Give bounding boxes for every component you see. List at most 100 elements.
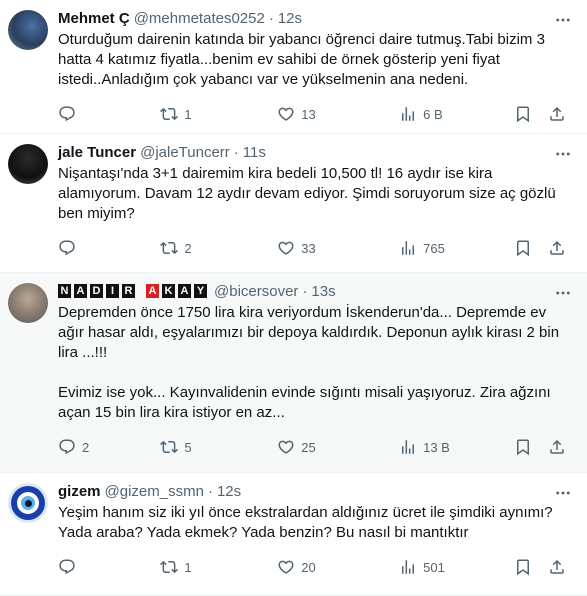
like-button[interactable]: 20 bbox=[277, 558, 399, 576]
share-button[interactable] bbox=[548, 105, 571, 123]
repost-button[interactable]: 1 bbox=[160, 558, 277, 576]
tweet-header: jale Tuncer @jaleTuncerr · 11s bbox=[58, 142, 571, 162]
analytics-icon bbox=[402, 440, 415, 454]
timestamp[interactable]: 12s bbox=[278, 10, 302, 27]
author-handle[interactable]: @mehmetates0252 bbox=[134, 10, 265, 27]
analytics-icon bbox=[402, 560, 415, 574]
share-icon bbox=[549, 559, 564, 574]
bookmark-icon bbox=[517, 240, 530, 257]
repost-button[interactable]: 2 bbox=[160, 239, 277, 257]
author-name[interactable]: jale Tuncer bbox=[58, 144, 136, 161]
tweet-actions: 1 13 6 B bbox=[58, 94, 571, 134]
reply-button[interactable] bbox=[58, 239, 160, 257]
repost-count: 2 bbox=[184, 240, 192, 256]
heart-icon bbox=[278, 241, 294, 255]
author-handle[interactable]: @jaleTuncerr bbox=[140, 144, 230, 161]
tweet[interactable]: N A D I R A K A Y @bicersover · 13s Depr… bbox=[0, 273, 587, 473]
author-name-logo[interactable]: N A D I R A K A Y bbox=[58, 284, 210, 298]
tweet[interactable]: Mehmet Ç @mehmetates0252 · 12s Oturduğum… bbox=[0, 0, 587, 134]
bookmark-icon bbox=[517, 439, 530, 456]
name-letter: Y bbox=[194, 284, 207, 298]
more-options-button[interactable] bbox=[553, 483, 573, 503]
repost-icon bbox=[160, 107, 179, 121]
repost-icon bbox=[160, 440, 179, 454]
name-letter: D bbox=[90, 284, 103, 298]
tweet-actions: 2 5 25 13 B bbox=[58, 427, 571, 467]
bookmark-icon bbox=[517, 559, 530, 576]
more-options-button[interactable] bbox=[553, 10, 573, 30]
views-button[interactable]: 501 bbox=[399, 558, 506, 576]
timestamp[interactable]: 12s bbox=[217, 483, 241, 500]
reply-button[interactable]: 2 bbox=[58, 438, 160, 456]
tweet[interactable]: jale Tuncer @jaleTuncerr · 11s Nişantaşı… bbox=[0, 134, 587, 273]
more-icon bbox=[556, 291, 570, 295]
more-options-button[interactable] bbox=[553, 144, 573, 164]
reply-button[interactable] bbox=[58, 105, 160, 123]
view-count: 6 B bbox=[423, 106, 443, 122]
like-count: 25 bbox=[301, 439, 316, 455]
bookmark-button[interactable] bbox=[514, 438, 541, 456]
reply-icon bbox=[59, 106, 75, 122]
tweet-header: N A D I R A K A Y @bicersover · 13s bbox=[58, 281, 571, 301]
author-handle[interactable]: @gizem_ssmn bbox=[105, 483, 204, 500]
bookmark-icon bbox=[517, 106, 530, 123]
author-handle[interactable]: @bicersover bbox=[214, 283, 298, 300]
repost-count: 1 bbox=[184, 106, 192, 122]
views-button[interactable]: 6 B bbox=[399, 105, 506, 123]
tweet-header: gizem @gizem_ssmn · 12s bbox=[58, 481, 571, 501]
share-button[interactable] bbox=[548, 558, 571, 576]
tweet-content: jale Tuncer @jaleTuncerr · 11s Nişantaşı… bbox=[58, 142, 571, 272]
views-button[interactable]: 765 bbox=[399, 239, 506, 257]
repost-icon bbox=[160, 560, 179, 574]
like-button[interactable]: 25 bbox=[277, 438, 399, 456]
avatar[interactable] bbox=[8, 144, 48, 184]
share-button[interactable] bbox=[548, 239, 571, 257]
like-count: 13 bbox=[301, 106, 316, 122]
bookmark-button[interactable] bbox=[514, 105, 541, 123]
author-name[interactable]: gizem bbox=[58, 483, 101, 500]
repost-count: 5 bbox=[184, 439, 192, 455]
avatar[interactable] bbox=[8, 283, 48, 323]
views-button[interactable]: 13 B bbox=[399, 438, 506, 456]
timestamp[interactable]: 13s bbox=[311, 283, 335, 300]
share-icon bbox=[549, 240, 564, 255]
name-letter: N bbox=[58, 284, 71, 298]
view-count: 765 bbox=[423, 240, 445, 256]
separator-dot: · bbox=[207, 482, 213, 500]
heart-icon bbox=[278, 440, 294, 454]
share-button[interactable] bbox=[548, 438, 571, 456]
more-icon bbox=[556, 18, 570, 22]
evil-eye-icon bbox=[11, 486, 45, 520]
repost-icon bbox=[160, 241, 179, 255]
more-options-button[interactable] bbox=[553, 283, 573, 303]
tweet-text: Oturduğum dairenin katında bir yabancı ö… bbox=[58, 31, 550, 88]
analytics-icon bbox=[402, 107, 415, 121]
name-letter: I bbox=[106, 284, 119, 298]
author-name[interactable]: Mehmet Ç bbox=[58, 10, 130, 27]
reply-icon bbox=[59, 240, 75, 256]
name-letter: A bbox=[146, 284, 159, 298]
view-count: 13 B bbox=[423, 439, 450, 455]
bookmark-button[interactable] bbox=[514, 558, 541, 576]
name-letter: R bbox=[122, 284, 135, 298]
tweet-actions: 2 33 765 bbox=[58, 228, 571, 268]
avatar[interactable] bbox=[8, 10, 48, 50]
bookmark-button[interactable] bbox=[514, 239, 541, 257]
heart-icon bbox=[278, 560, 294, 574]
like-button[interactable]: 13 bbox=[277, 105, 399, 123]
tweet[interactable]: gizem @gizem_ssmn · 12s Yeşim hanım siz … bbox=[0, 473, 587, 596]
tweet-actions: 1 20 501 bbox=[58, 547, 571, 587]
separator-dot: · bbox=[302, 282, 308, 300]
reply-icon bbox=[59, 439, 75, 455]
repost-button[interactable]: 5 bbox=[160, 438, 277, 456]
avatar[interactable] bbox=[8, 483, 48, 523]
reply-button[interactable] bbox=[58, 558, 160, 576]
timeline-feed: Mehmet Ç @mehmetates0252 · 12s Oturduğum… bbox=[0, 0, 587, 596]
like-button[interactable]: 33 bbox=[277, 239, 399, 257]
share-icon bbox=[549, 439, 564, 454]
tweet-text: Nişantaşı'nda 3+1 dairemim kira bedeli 1… bbox=[58, 165, 560, 222]
repost-button[interactable]: 1 bbox=[160, 105, 277, 123]
timestamp[interactable]: 11s bbox=[243, 144, 266, 161]
name-letter: K bbox=[162, 284, 175, 298]
heart-icon bbox=[278, 107, 294, 121]
